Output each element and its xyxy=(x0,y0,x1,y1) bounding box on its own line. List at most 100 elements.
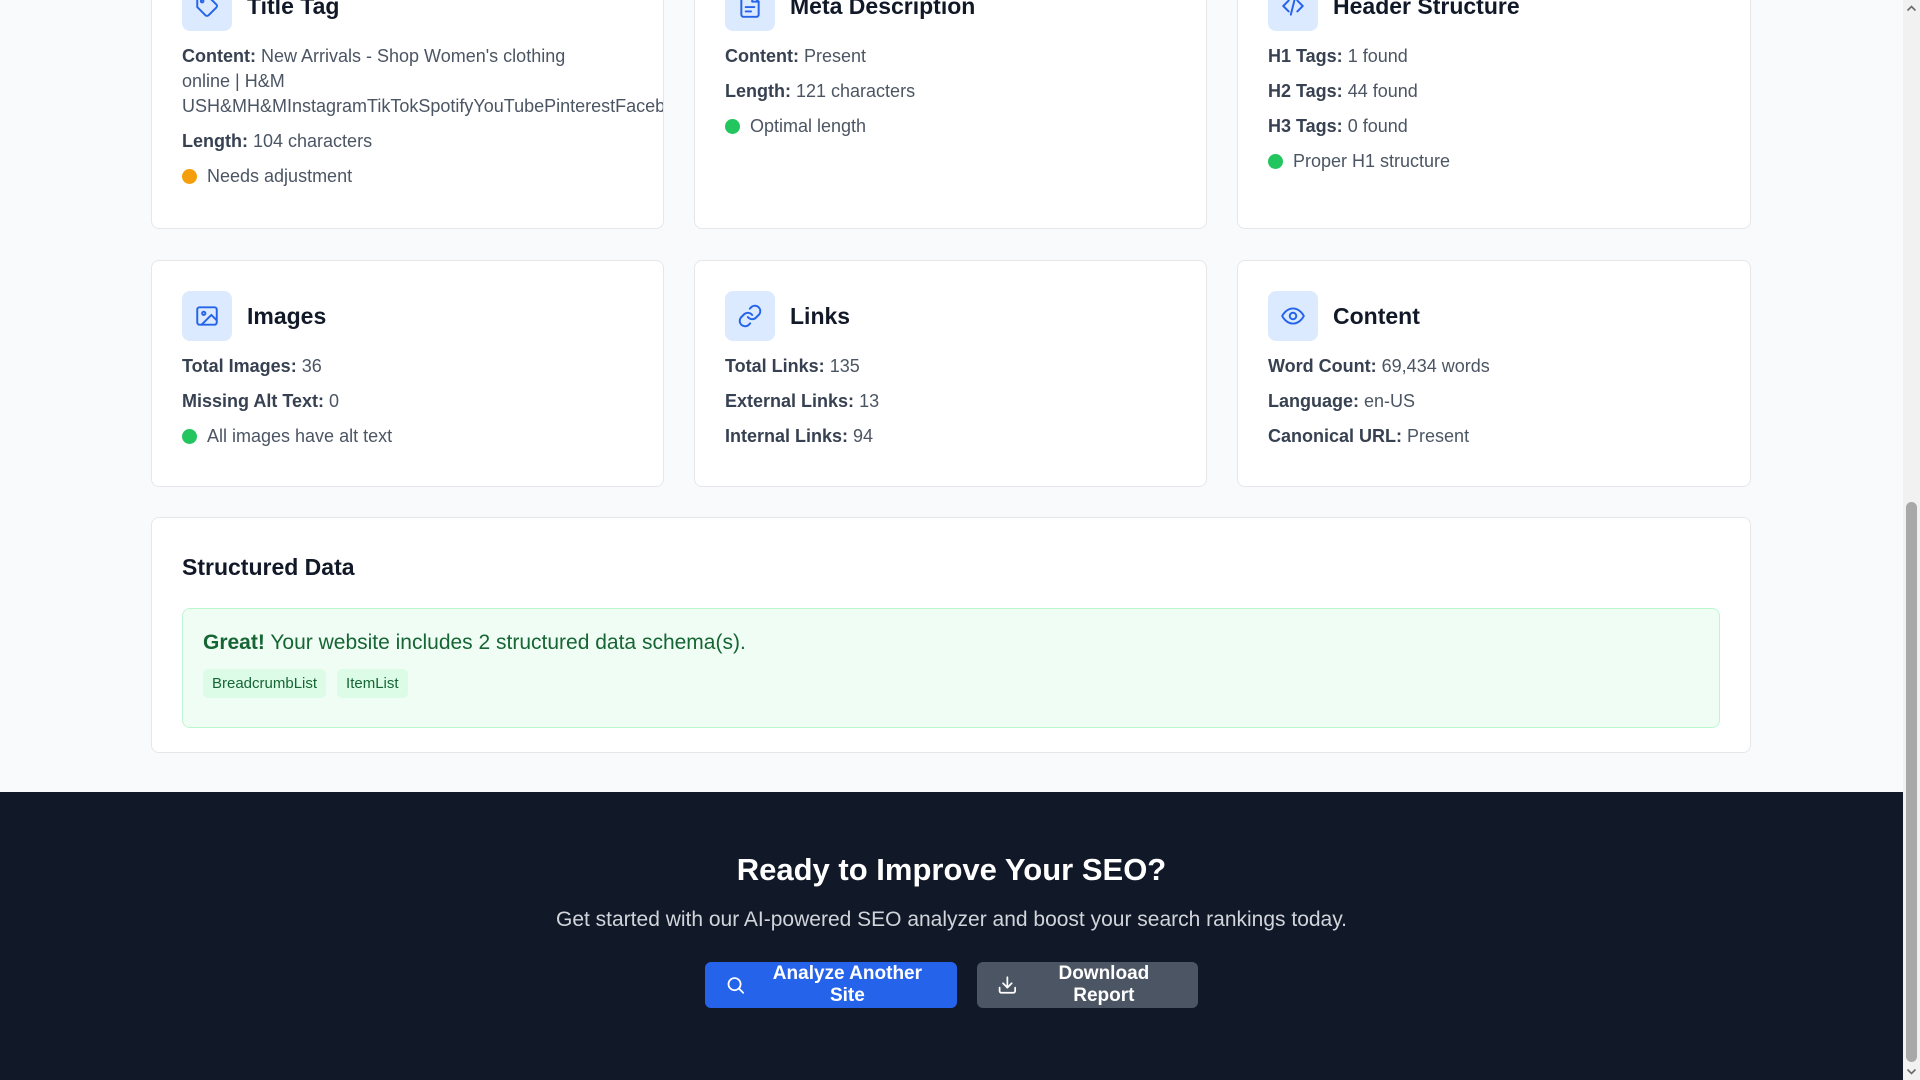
analyze-button-label: Analyze Another Site xyxy=(772,963,923,1006)
internal-links-value: 94 xyxy=(853,426,874,446)
total-links-value: 135 xyxy=(829,356,860,376)
internal-links-row: Internal Links: 94 xyxy=(725,424,1176,449)
missing-alt-label: Missing Alt Text: xyxy=(182,391,325,411)
h1-row: H1 Tags: 1 found xyxy=(1268,44,1720,69)
h3-row: H3 Tags: 0 found xyxy=(1268,114,1720,139)
word-count-row: Word Count: 69,434 words xyxy=(1268,354,1720,379)
scrollbar-thumb[interactable] xyxy=(1906,502,1917,1062)
scroll-down-icon[interactable] xyxy=(1903,1063,1920,1080)
external-links-label: External Links: xyxy=(725,391,855,411)
h1-value: 1 found xyxy=(1347,46,1408,66)
status-indicator: Needs adjustment xyxy=(182,164,633,189)
structured-data-title: Structured Data xyxy=(182,554,355,580)
search-icon xyxy=(727,977,745,994)
content-label: Content: xyxy=(725,46,799,66)
cta-subtitle: Get started with our AI-powered SEO anal… xyxy=(555,908,1348,931)
h3-value: 0 found xyxy=(1347,116,1408,136)
h1-label: H1 Tags: xyxy=(1268,46,1343,66)
missing-alt-value: 0 xyxy=(329,391,340,411)
external-links-value: 13 xyxy=(859,391,880,411)
analyze-another-site-button[interactable]: Analyze Another Site xyxy=(705,962,957,1008)
canonical-url-row: Canonical URL: Present xyxy=(1268,424,1720,449)
cta-footer: Ready to Improve Your SEO? Get started w… xyxy=(0,792,1903,1080)
length-label: Length: xyxy=(725,81,791,101)
card-header: Header Structure xyxy=(1268,0,1720,31)
success-alert: Great! Your website includes 2 structure… xyxy=(182,608,1720,728)
content-row: Content: Present xyxy=(725,44,1176,69)
cta-buttons: Analyze Another Site Download Report xyxy=(0,962,1903,1008)
structured-data-card: Structured Data Great! Your website incl… xyxy=(151,517,1751,753)
card-title: Title Tag xyxy=(247,0,340,19)
word-count-label: Word Count: xyxy=(1268,356,1377,376)
scroll-up-icon[interactable] xyxy=(1903,0,1920,17)
schema-badge: BreadcrumbList xyxy=(203,669,327,698)
success-strong: Great! xyxy=(203,631,265,654)
vertical-scrollbar[interactable] xyxy=(1903,0,1920,1080)
download-report-button[interactable]: Download Report xyxy=(977,962,1198,1008)
total-images-row: Total Images: 36 xyxy=(182,354,633,379)
length-value: 104 characters xyxy=(253,131,373,151)
content-label: Content: xyxy=(182,46,256,66)
cta-title: Ready to Improve Your SEO? xyxy=(736,852,1167,887)
status-text: Needs adjustment xyxy=(207,166,353,186)
card-header: Meta Description xyxy=(725,0,1176,31)
schema-badge: ItemList xyxy=(337,669,408,698)
card-title: Content xyxy=(1333,302,1420,329)
links-card: Links Total Links: 135 External Links: 1… xyxy=(694,260,1207,487)
total-images-value: 36 xyxy=(301,356,322,376)
card-header: Images xyxy=(182,291,633,341)
missing-alt-row: Missing Alt Text: 0 xyxy=(182,389,633,414)
status-dot xyxy=(725,119,740,134)
meta-description-card: Meta Description Content: Present Length… xyxy=(694,0,1207,229)
image-icon xyxy=(182,291,232,341)
code-icon xyxy=(1268,0,1318,31)
card-title: Links xyxy=(790,302,851,329)
schema-list: BreadcrumbList ItemList xyxy=(203,669,1699,698)
status-text: All images have alt text xyxy=(207,426,393,446)
language-value: en-US xyxy=(1364,391,1416,411)
document-icon xyxy=(725,0,775,31)
word-count-value: 69,434 words xyxy=(1381,356,1490,376)
status-indicator: All images have alt text xyxy=(182,424,633,449)
total-images-label: Total Images: xyxy=(182,356,297,376)
h2-row: H2 Tags: 44 found xyxy=(1268,79,1720,104)
length-value: 121 characters xyxy=(796,81,916,101)
card-header: Content xyxy=(1268,291,1720,341)
content-value-overflow: USH&MH&MInstagramTikTokSpotifyYouTubePin… xyxy=(182,96,664,116)
card-title: Header Structure xyxy=(1333,0,1520,19)
status-indicator: Optimal length xyxy=(725,114,1176,139)
title-tag-card: Title Tag Content: New Arrivals - Shop W… xyxy=(151,0,664,229)
internal-links-label: Internal Links: xyxy=(725,426,849,446)
status-text: Optimal length xyxy=(750,116,867,136)
card-header: Links xyxy=(725,291,1176,341)
status-indicator: Proper H1 structure xyxy=(1268,149,1720,174)
language-row: Language: en-US xyxy=(1268,389,1720,414)
content-value: Present xyxy=(804,46,867,66)
card-header: Title Tag xyxy=(182,0,633,31)
link-icon xyxy=(725,291,775,341)
length-label: Length: xyxy=(182,131,248,151)
header-structure-card: Header Structure H1 Tags: 1 found H2 Tag… xyxy=(1237,0,1751,229)
success-message: Great! Your website includes 2 structure… xyxy=(203,631,1699,655)
h3-label: H3 Tags: xyxy=(1268,116,1343,136)
card-title: Images xyxy=(247,302,327,329)
download-icon xyxy=(998,976,1017,994)
content-row: Content: New Arrivals - Shop Women's clo… xyxy=(182,44,663,119)
h2-value: 44 found xyxy=(1347,81,1418,101)
success-text: Your website includes 2 structured data … xyxy=(270,631,746,654)
tag-icon xyxy=(182,0,232,31)
external-links-row: External Links: 13 xyxy=(725,389,1176,414)
card-title: Meta Description xyxy=(790,0,976,19)
total-links-label: Total Links: xyxy=(725,356,825,376)
canonical-url-label: Canonical URL: xyxy=(1268,426,1403,446)
page: Title Tag Content: New Arrivals - Shop W… xyxy=(0,0,1903,1080)
content-card: Content Word Count: 69,434 words Languag… xyxy=(1237,260,1751,487)
h2-label: H2 Tags: xyxy=(1268,81,1343,101)
main-content: Title Tag Content: New Arrivals - Shop W… xyxy=(0,0,1903,792)
download-button-label: Download Report xyxy=(1058,963,1150,1006)
length-row: Length: 121 characters xyxy=(725,79,1176,104)
length-row: Length: 104 characters xyxy=(182,129,633,154)
language-label: Language: xyxy=(1268,391,1360,411)
canonical-url-value: Present xyxy=(1407,426,1470,446)
images-card: Images Total Images: 36 Missing Alt Text… xyxy=(151,260,664,487)
